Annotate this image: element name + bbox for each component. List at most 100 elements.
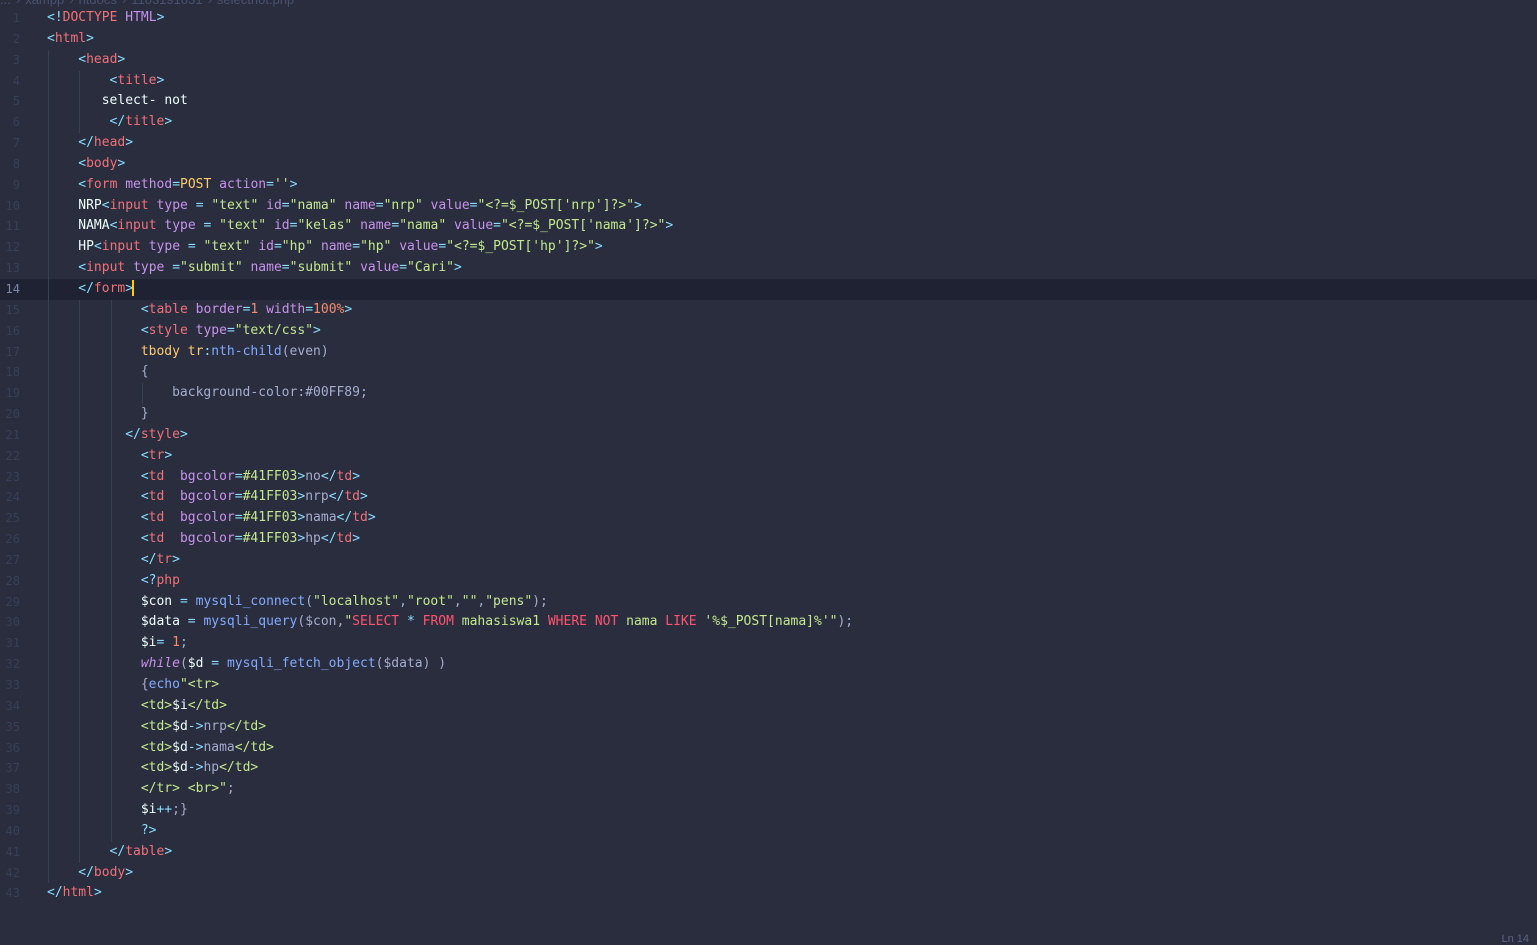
code-text[interactable]: <head> [78,50,125,71]
line-number[interactable]: 10 [0,196,20,217]
code-text[interactable]: } [141,404,149,425]
code-text[interactable]: HP<input type = "text" id="hp" name="hp"… [78,237,602,258]
line-number[interactable]: 31 [0,633,20,654]
code-text[interactable]: </table> [110,842,173,863]
line-number[interactable]: 19 [0,383,20,404]
code-text[interactable]: while($d = mysqli_fetch_object($data) ) [141,654,446,675]
line-number[interactable]: 5 [0,91,20,112]
code-text[interactable]: <style type="text/css"> [141,321,321,342]
code-text[interactable]: <table border=1 width=100%> [141,300,352,321]
line-number[interactable]: 37 [0,758,20,779]
line-number[interactable]: 40 [0,821,20,842]
code-text[interactable]: <td bgcolor=#41FF03>no</td> [141,467,360,488]
code-line[interactable]: 40 ?> [0,820,1537,842]
code-line[interactable]: 32 while($d = mysqli_fetch_object($data) … [0,654,1537,675]
code-text[interactable]: <html> [47,29,94,50]
code-line[interactable]: 42 </body> [0,862,1537,884]
line-number[interactable]: 35 [0,717,20,738]
code-line[interactable]: 37 <td>$d->hp</td> [0,758,1537,780]
code-text[interactable]: </style> [125,425,188,446]
code-line[interactable]: 21 </style> [0,424,1537,446]
code-text[interactable]: tbody tr:nth-child(even) [141,342,329,363]
code-text[interactable]: <?php [141,571,180,592]
line-number[interactable]: 21 [0,425,20,446]
code-line[interactable]: 25 <td bgcolor=#41FF03>nama</td> [0,508,1537,530]
line-number[interactable]: 43 [0,883,20,904]
line-number[interactable]: 24 [0,487,20,508]
code-line[interactable]: 29 $con = mysqli_connect("localhost","roo… [0,591,1537,613]
code-line[interactable]: 23 <td bgcolor=#41FF03>no</td> [0,466,1537,488]
code-line[interactable]: 16 <style type="text/css"> [0,320,1537,342]
line-number[interactable]: 34 [0,696,20,717]
code-line[interactable]: 43 </html> [0,883,1537,904]
line-number[interactable]: 32 [0,654,20,675]
code-text[interactable]: <td bgcolor=#41FF03>nrp</td> [141,487,368,508]
code-text[interactable]: </tr> [141,550,180,571]
line-number[interactable]: 26 [0,529,20,550]
code-text[interactable]: $con = mysqli_connect("localhost","root"… [141,592,548,613]
code-line[interactable]: 39 $i++;} [0,800,1537,821]
code-text[interactable]: {echo"<tr> [141,675,219,696]
line-number[interactable]: 9 [0,175,20,196]
code-text[interactable]: <!DOCTYPE HTML> [47,8,164,29]
line-number[interactable]: 6 [0,112,20,133]
line-number[interactable]: 30 [0,612,20,633]
code-line[interactable]: 5 select- not [0,91,1537,113]
code-line[interactable]: 8 <body> [0,153,1537,175]
code-line[interactable]: 19 background-color:#00FF89; [0,383,1537,405]
code-line[interactable]: 30 $data = mysqli_query($con,"SELECT * FR… [0,612,1537,634]
line-number[interactable]: 14 [0,279,20,300]
line-number[interactable]: 39 [0,800,20,821]
code-line[interactable]: 34 <td>$i</td> [0,695,1537,717]
line-number[interactable]: 29 [0,592,20,613]
code-line[interactable]: 7 </head> [0,133,1537,154]
code-text[interactable]: </html> [47,883,102,904]
breadcrumb-item[interactable]: ... [0,0,11,7]
code-text[interactable]: <td>$i</td> [141,696,227,717]
code-text[interactable]: $data = mysqli_query($con,"SELECT * FROM… [141,612,853,633]
code-line[interactable]: 1 <!DOCTYPE HTML> [0,8,1537,29]
code-line[interactable]: 41 </table> [0,841,1537,863]
line-number[interactable]: 18 [0,362,20,383]
code-line[interactable]: 3 <head> [0,49,1537,71]
code-text[interactable]: </body> [78,863,133,884]
code-line[interactable]: 9 <form method=POST action=''> [0,174,1537,196]
breadcrumb-item[interactable]: selectnot.php [217,0,294,7]
code-text[interactable]: </title> [110,112,173,133]
line-number[interactable]: 36 [0,738,20,759]
code-text[interactable]: <input type ="submit" name="submit" valu… [78,258,462,279]
line-number[interactable]: 1 [0,8,20,29]
code-text[interactable]: NRP<input type = "text" id="nama" name="… [78,196,642,217]
code-editor[interactable]: 1 <!DOCTYPE HTML> 2 <html> 3 <head> 4 <title> 5 s… [0,8,1537,904]
code-text[interactable]: <tr> [141,446,172,467]
code-text[interactable]: background-color:#00FF89; [172,383,368,404]
code-line[interactable]: 4 <title> [0,70,1537,92]
code-line[interactable]: 10 NRP<input type = "text" id="nama" name… [0,195,1537,217]
code-text[interactable]: </form> [78,279,135,300]
line-number[interactable]: 17 [0,342,20,363]
line-number[interactable]: 33 [0,675,20,696]
code-text[interactable]: { [141,362,149,383]
code-line[interactable]: 26 <td bgcolor=#41FF03>hp</td> [0,529,1537,550]
code-line[interactable]: 14 </form> [0,278,1537,300]
code-text[interactable]: NAMA<input type = "text" id="kelas" name… [78,216,673,237]
code-line[interactable]: 36 <td>$d->nama</td> [0,737,1537,759]
code-line[interactable]: 33 {echo"<tr> [0,675,1537,696]
line-number[interactable]: 27 [0,550,20,571]
code-text[interactable]: <td>$d->nrp</td> [141,717,266,738]
code-line[interactable]: 15 <table border=1 width=100%> [0,299,1537,321]
line-number[interactable]: 22 [0,446,20,467]
code-text[interactable]: ?> [141,821,157,842]
code-line[interactable]: 22 <tr> [0,445,1537,467]
line-number[interactable]: 25 [0,508,20,529]
line-number[interactable]: 42 [0,863,20,884]
code-line[interactable]: 2 <html> [0,29,1537,50]
line-number[interactable]: 16 [0,321,20,342]
code-line[interactable]: 6 </title> [0,112,1537,134]
code-text[interactable]: <td>$d->hp</td> [141,758,258,779]
code-line[interactable]: 31 $i= 1; [0,633,1537,655]
code-line[interactable]: 24 <td bgcolor=#41FF03>nrp</td> [0,487,1537,509]
code-text[interactable]: <td bgcolor=#41FF03>hp</td> [141,529,360,550]
line-number[interactable]: 7 [0,133,20,154]
line-number[interactable]: 11 [0,216,20,237]
